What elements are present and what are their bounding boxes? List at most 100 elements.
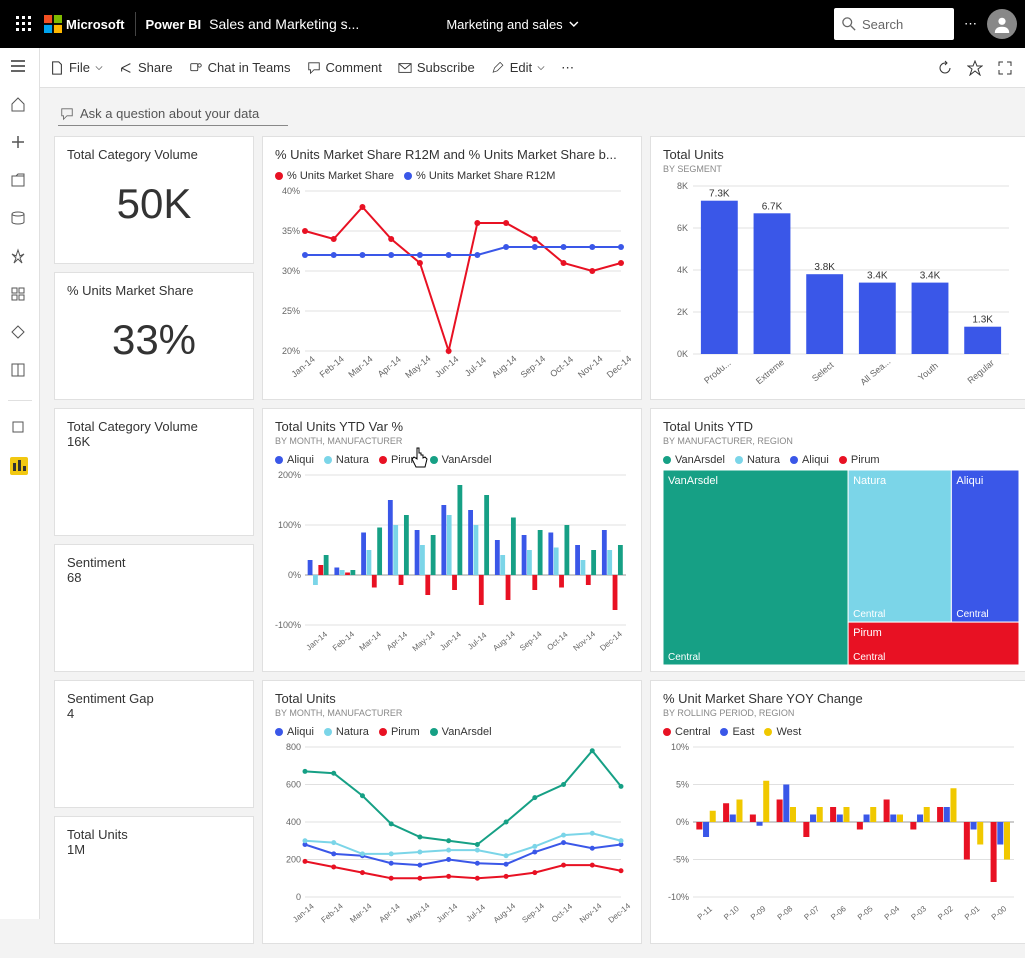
chevron-down-icon[interactable] bbox=[569, 19, 579, 29]
kpi-total-category-volume-1[interactable]: Total Category Volume 50K bbox=[54, 136, 254, 264]
svg-text:Jun-14: Jun-14 bbox=[433, 354, 461, 379]
kpi-units-market-share[interactable]: % Units Market Share 33% bbox=[54, 272, 254, 400]
comment-button[interactable]: Comment bbox=[307, 60, 382, 75]
data-hub-icon[interactable] bbox=[10, 210, 30, 230]
svg-text:P-11: P-11 bbox=[696, 904, 715, 922]
svg-text:Sep-14: Sep-14 bbox=[519, 354, 548, 380]
svg-text:Mar-14: Mar-14 bbox=[348, 901, 374, 925]
svg-text:40%: 40% bbox=[282, 186, 300, 196]
chat-teams-button[interactable]: Chat in Teams bbox=[189, 60, 291, 75]
svg-text:-5%: -5% bbox=[673, 855, 689, 865]
create-icon[interactable] bbox=[10, 134, 30, 154]
bar-chart: 0K2K4K6K8K7.3KProdu...6.7KExtreme3.8KSel… bbox=[663, 174, 1019, 389]
svg-text:200: 200 bbox=[286, 855, 301, 865]
svg-text:P-05: P-05 bbox=[856, 904, 875, 922]
svg-text:3.8K: 3.8K bbox=[814, 262, 835, 273]
fullscreen-icon[interactable] bbox=[997, 60, 1013, 76]
chart-units-segment[interactable]: Total Units BY SEGMENT 0K2K4K6K8K7.3KPro… bbox=[650, 136, 1025, 400]
workspace-name[interactable]: Sales and Marketing s... bbox=[209, 16, 359, 32]
ask-placeholder: Ask a question about your data bbox=[80, 106, 259, 121]
chart-units-month[interactable]: Total Units BY MONTH, MANUFACTURER Aliqu… bbox=[262, 680, 642, 944]
chevron-down-icon bbox=[95, 64, 103, 72]
svg-text:Dec-14: Dec-14 bbox=[605, 354, 631, 380]
file-menu[interactable]: File bbox=[50, 60, 103, 75]
svg-text:Mar-14: Mar-14 bbox=[346, 354, 374, 380]
search-input[interactable]: Search bbox=[834, 8, 954, 40]
svg-text:Feb-14: Feb-14 bbox=[320, 901, 346, 925]
share-button[interactable]: Share bbox=[119, 60, 173, 75]
svg-text:100%: 100% bbox=[278, 520, 301, 530]
file-icon bbox=[50, 61, 64, 75]
kpi-total-units[interactable]: Total Units 1M bbox=[54, 816, 254, 944]
ask-question-input[interactable]: Ask a question about your data bbox=[58, 102, 288, 126]
svg-text:6.7K: 6.7K bbox=[762, 201, 783, 212]
svg-text:All Sea...: All Sea... bbox=[858, 356, 892, 387]
deployment-icon[interactable] bbox=[10, 324, 30, 344]
svg-text:P-01: P-01 bbox=[963, 904, 982, 922]
kpi-sentiment-gap[interactable]: Sentiment Gap 4 bbox=[54, 680, 254, 808]
svg-text:Oct-14: Oct-14 bbox=[550, 902, 575, 925]
workspaces-icon[interactable] bbox=[10, 419, 30, 439]
search-placeholder: Search bbox=[862, 17, 903, 32]
svg-text:Select: Select bbox=[810, 360, 836, 384]
more-options[interactable]: ⋯ bbox=[561, 60, 574, 76]
pencil-icon bbox=[491, 61, 505, 75]
search-icon bbox=[842, 17, 856, 31]
workspace-icon[interactable] bbox=[10, 457, 30, 477]
svg-text:30%: 30% bbox=[282, 266, 300, 276]
svg-text:Jan-14: Jan-14 bbox=[291, 901, 316, 924]
home-icon[interactable] bbox=[10, 96, 30, 116]
goals-icon[interactable] bbox=[10, 248, 30, 268]
user-avatar[interactable] bbox=[987, 9, 1017, 39]
svg-text:3.4K: 3.4K bbox=[920, 271, 941, 282]
svg-text:Pirum: Pirum bbox=[853, 627, 882, 639]
chart-market-share[interactable]: % Units Market Share R12M and % Units Ma… bbox=[262, 136, 642, 400]
cursor-pointer-icon bbox=[411, 447, 429, 469]
svg-text:P-10: P-10 bbox=[722, 904, 741, 922]
chart-ytd-var[interactable]: Total Units YTD Var % BY MONTH, MANUFACT… bbox=[262, 408, 642, 672]
page-name[interactable]: Marketing and sales bbox=[446, 17, 562, 32]
svg-text:May-14: May-14 bbox=[411, 629, 438, 653]
svg-text:P-06: P-06 bbox=[829, 904, 848, 922]
hamburger-icon[interactable] bbox=[10, 58, 30, 78]
svg-text:Jun-14: Jun-14 bbox=[435, 901, 460, 924]
svg-text:0K: 0K bbox=[677, 349, 688, 359]
kpi-sentiment[interactable]: Sentiment 68 bbox=[54, 544, 254, 672]
more-icon[interactable]: ⋯ bbox=[964, 16, 977, 32]
svg-text:Aug-14: Aug-14 bbox=[490, 354, 519, 380]
subscribe-button[interactable]: Subscribe bbox=[398, 60, 475, 75]
svg-text:Jun-14: Jun-14 bbox=[438, 629, 463, 652]
svg-text:Nov-14: Nov-14 bbox=[571, 629, 597, 653]
chart-yoy[interactable]: % Unit Market Share YOY Change BY ROLLIN… bbox=[650, 680, 1025, 944]
svg-text:Central: Central bbox=[853, 652, 885, 663]
kpi-total-category-volume-2[interactable]: Total Category Volume 16K bbox=[54, 408, 254, 536]
svg-text:Apr-14: Apr-14 bbox=[385, 630, 410, 653]
svg-text:Jul-14: Jul-14 bbox=[463, 355, 488, 378]
bar-chart: -100%0%100%200%Jan-14Feb-14Mar-14Apr-14M… bbox=[275, 470, 631, 655]
app-launcher-icon[interactable] bbox=[8, 8, 40, 40]
svg-text:Dec-14: Dec-14 bbox=[598, 629, 624, 653]
svg-text:Sep-14: Sep-14 bbox=[520, 901, 546, 925]
svg-text:20%: 20% bbox=[282, 346, 300, 356]
svg-text:0: 0 bbox=[296, 892, 301, 902]
svg-text:600: 600 bbox=[286, 780, 301, 790]
svg-text:Jan-14: Jan-14 bbox=[305, 629, 330, 652]
edit-button[interactable]: Edit bbox=[491, 60, 545, 75]
svg-text:Aug-14: Aug-14 bbox=[491, 629, 517, 653]
brand-product: Power BI bbox=[146, 17, 202, 32]
browse-icon[interactable] bbox=[10, 172, 30, 192]
svg-text:P-03: P-03 bbox=[909, 904, 928, 922]
comment-icon bbox=[60, 107, 74, 121]
chart-ytd-treemap[interactable]: Total Units YTD BY MANUFACTURER, REGION … bbox=[650, 408, 1025, 672]
comment-icon bbox=[307, 61, 321, 75]
learn-icon[interactable] bbox=[10, 362, 30, 382]
svg-text:Feb-14: Feb-14 bbox=[318, 354, 346, 380]
line-chart: 0200400600800Jan-14Feb-14Mar-14Apr-14May… bbox=[275, 742, 631, 927]
svg-text:Youth: Youth bbox=[916, 361, 940, 383]
favorite-icon[interactable] bbox=[967, 60, 983, 76]
apps-icon[interactable] bbox=[10, 286, 30, 306]
refresh-icon[interactable] bbox=[937, 60, 953, 76]
svg-text:Oct-14: Oct-14 bbox=[548, 354, 575, 379]
teams-icon bbox=[189, 61, 203, 75]
svg-text:P-08: P-08 bbox=[776, 904, 795, 922]
